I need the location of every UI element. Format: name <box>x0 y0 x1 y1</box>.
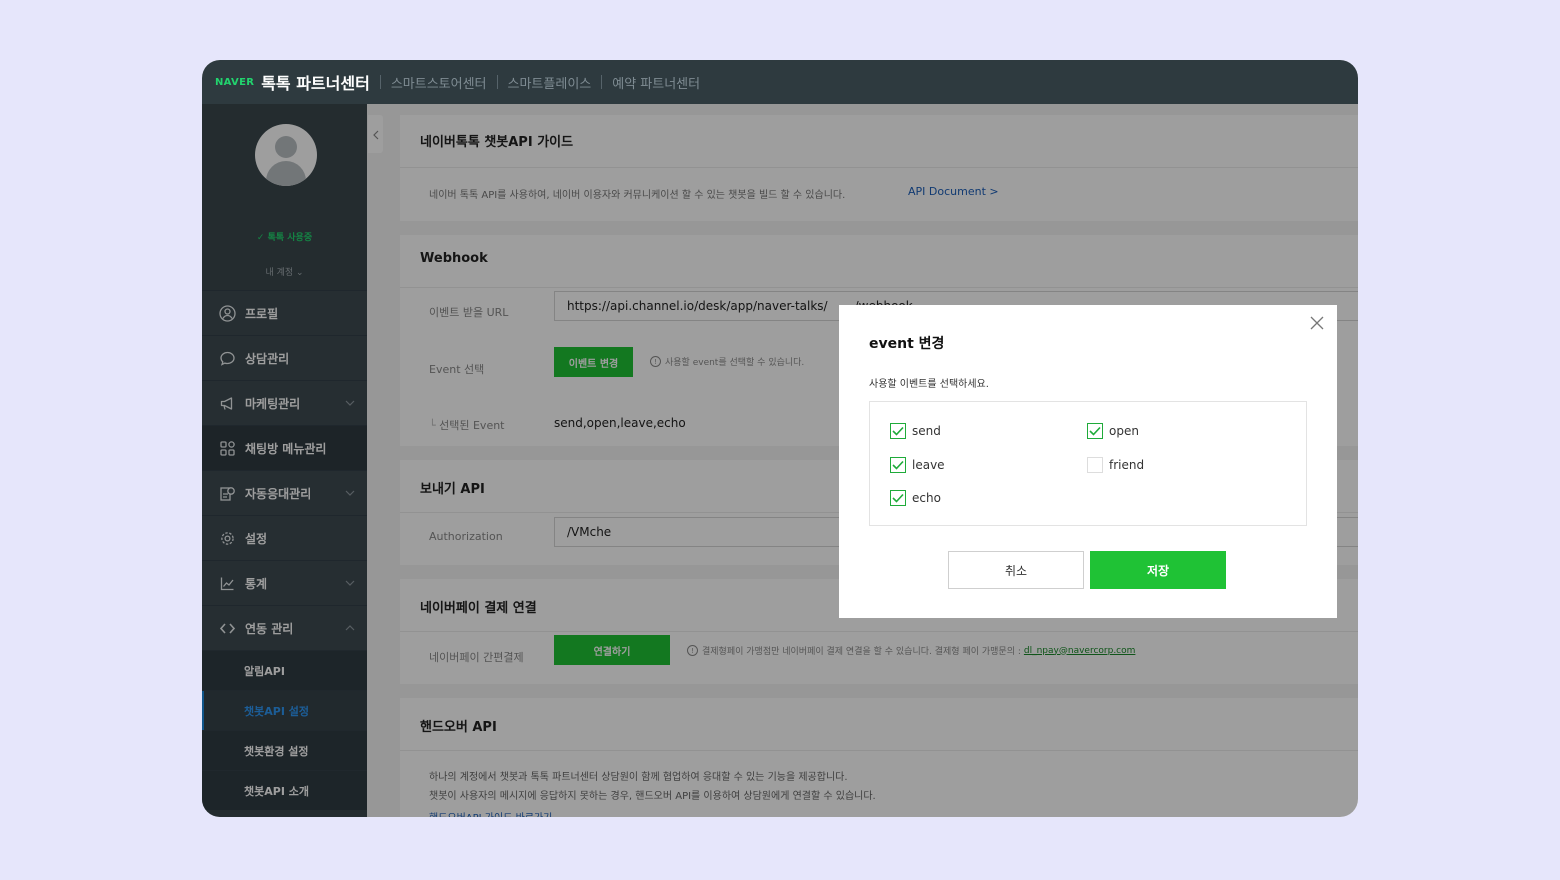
checkbox-checked-icon[interactable] <box>890 423 906 439</box>
save-button[interactable]: 저장 <box>1090 551 1226 589</box>
brand-title: 톡톡 파트너센터 <box>261 74 370 93</box>
event-options-box: send open leave friend echo <box>869 401 1307 526</box>
brand[interactable]: NAVER 톡톡 파트너센터 <box>215 70 370 94</box>
top-link-smartplace[interactable]: 스마트플레이스 <box>508 73 592 92</box>
divider <box>601 75 603 89</box>
divider <box>496 75 498 89</box>
event-option-label: echo <box>912 491 941 505</box>
top-link-reservation[interactable]: 예약 파트너센터 <box>612 73 700 92</box>
close-icon[interactable] <box>1309 315 1325 331</box>
checkbox-unchecked-icon[interactable] <box>1087 457 1103 473</box>
divider <box>379 75 381 89</box>
event-change-modal: event 변경 사용할 이벤트를 선택하세요. send open leave… <box>839 305 1337 618</box>
naver-logo: NAVER <box>215 76 255 88</box>
event-option-echo[interactable]: echo <box>890 490 941 506</box>
event-option-label: open <box>1109 424 1139 438</box>
top-bar: NAVER 톡톡 파트너센터 스마트스토어센터 스마트플레이스 예약 파트너센터 <box>202 60 1358 104</box>
event-option-label: send <box>912 424 941 438</box>
modal-title: event 변경 <box>869 336 945 352</box>
modal-subtitle: 사용할 이벤트를 선택하세요. <box>869 379 989 390</box>
event-option-leave[interactable]: leave <box>890 457 945 473</box>
checkbox-checked-icon[interactable] <box>890 490 906 506</box>
top-link-smartstore[interactable]: 스마트스토어센터 <box>391 73 487 92</box>
event-option-send[interactable]: send <box>890 423 941 439</box>
event-option-label: friend <box>1109 458 1145 472</box>
checkbox-checked-icon[interactable] <box>890 457 906 473</box>
event-option-open[interactable]: open <box>1087 423 1139 439</box>
cancel-button[interactable]: 취소 <box>948 551 1084 589</box>
event-option-label: leave <box>912 458 945 472</box>
event-option-friend[interactable]: friend <box>1087 457 1144 473</box>
checkbox-checked-icon[interactable] <box>1087 423 1103 439</box>
